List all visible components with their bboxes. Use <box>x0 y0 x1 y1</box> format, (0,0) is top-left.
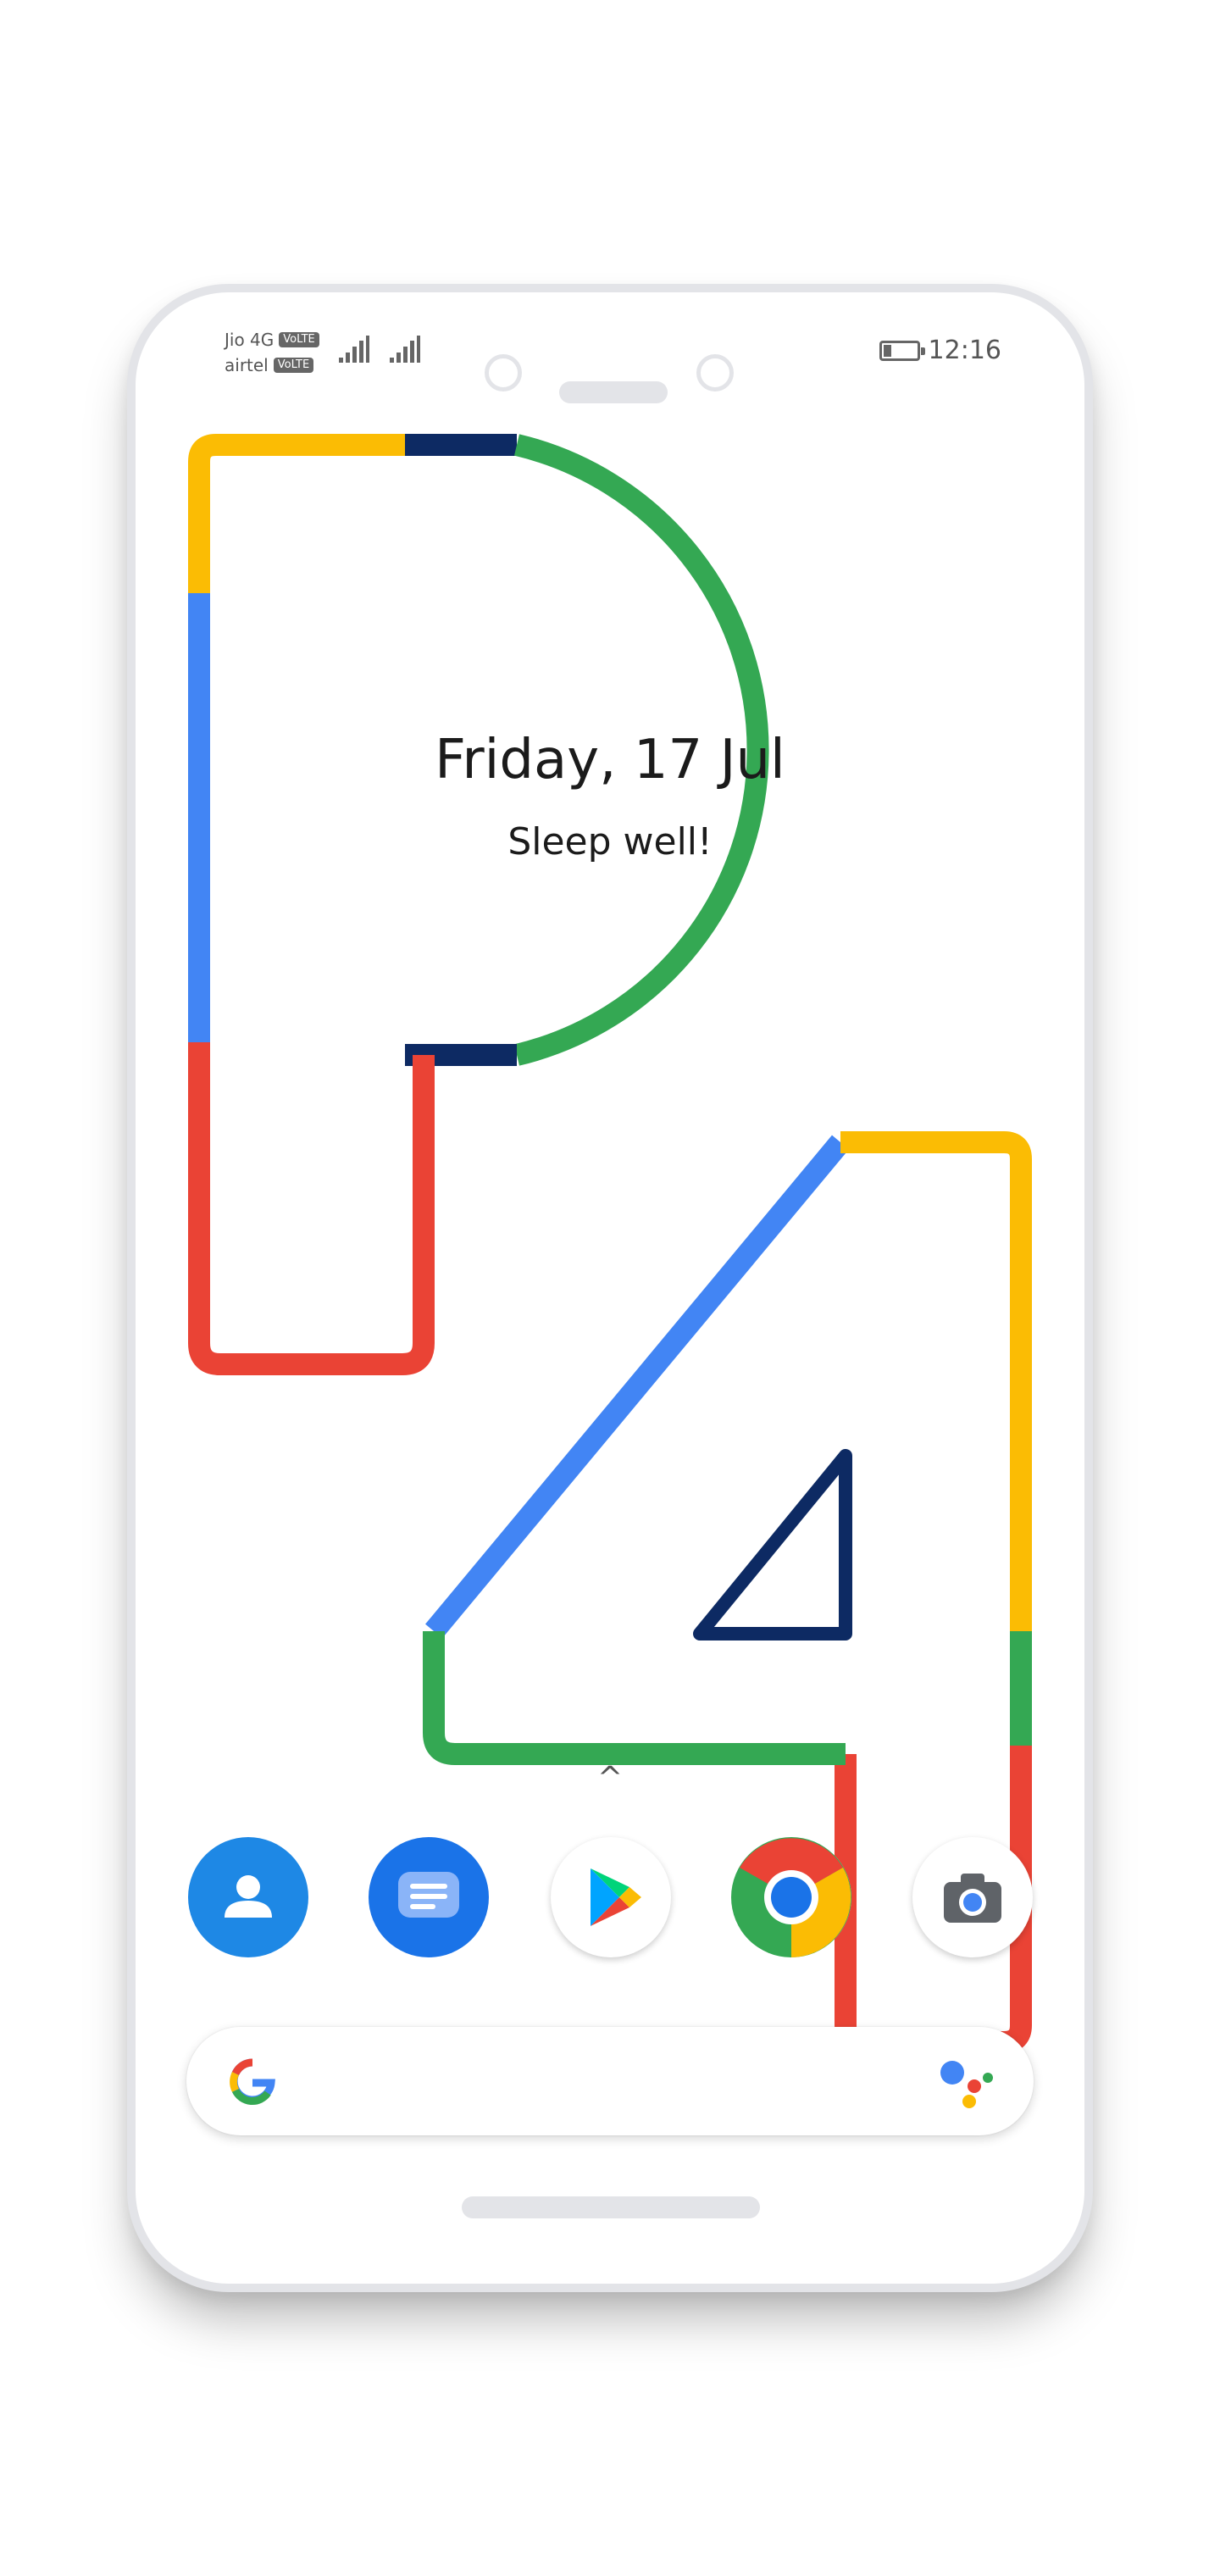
volte-badge: VoLTE <box>279 332 319 347</box>
earpiece-speaker <box>559 381 668 403</box>
play-store-icon <box>591 1868 641 1926</box>
google-search-bar[interactable] <box>186 2027 1034 2135</box>
front-camera-icon <box>485 354 522 391</box>
clock: 12:16 <box>928 336 1001 365</box>
google-assistant-icon[interactable] <box>939 2057 998 2108</box>
signal-strength-icon <box>339 336 369 363</box>
date-display[interactable]: Friday, 17 Jul <box>322 729 898 791</box>
phone-frame <box>127 284 1093 2292</box>
carrier-1-label: Jio 4G <box>225 330 274 350</box>
volte-badge: VoLTE <box>273 358 314 373</box>
front-sensor-icon <box>696 354 734 391</box>
camera-icon <box>944 1874 1001 1923</box>
camera-app[interactable] <box>912 1837 1033 1957</box>
carrier-info: Jio 4G VoLTE airtel VoLTE <box>225 327 319 378</box>
messages-icon <box>398 1872 459 1918</box>
contacts-app[interactable] <box>188 1837 308 1957</box>
battery-icon <box>879 340 925 361</box>
play-store-app[interactable] <box>551 1837 671 1957</box>
google-g-icon <box>230 2058 275 2105</box>
swipe-up-hint-icon[interactable]: ^ <box>597 1761 623 1796</box>
chrome-app[interactable] <box>731 1837 851 1957</box>
messages-app[interactable] <box>369 1837 489 1957</box>
contacts-icon <box>225 1875 272 1918</box>
status-right: 12:16 <box>879 336 1001 365</box>
chrome-icon <box>731 1837 851 1957</box>
home-gesture-bar[interactable] <box>462 2196 760 2218</box>
carrier-2-label: airtel <box>225 355 269 375</box>
signal-strength-icon <box>390 336 420 363</box>
greeting-text: Sleep well! <box>507 820 713 863</box>
